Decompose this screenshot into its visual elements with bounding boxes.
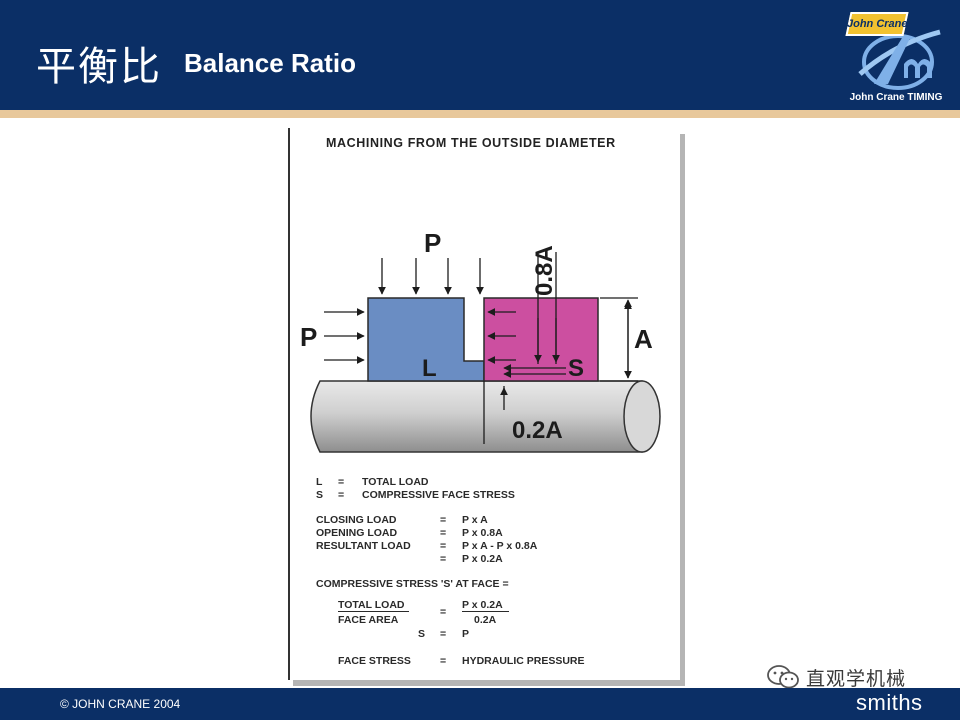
load-name: OPENING LOAD — [316, 527, 398, 539]
logo-caption: John Crane TIMING — [849, 92, 943, 103]
load-value: P x 0.2A — [462, 553, 503, 565]
fraction-left-denominator: FACE AREA — [338, 614, 399, 626]
final-eq: = — [440, 655, 447, 667]
watermark-text: 直观学机械 — [806, 667, 907, 690]
s-eq: = — [440, 628, 447, 640]
legend-eq: = — [338, 489, 345, 501]
legend-desc: TOTAL LOAD — [362, 476, 429, 488]
label-s: S — [568, 355, 584, 382]
wechat-icon — [767, 665, 799, 689]
smiths-logo: smiths — [856, 690, 923, 715]
load-value: P x A — [462, 514, 488, 526]
title-chinese: 平衡比 — [36, 44, 162, 90]
final-name: FACE STRESS — [338, 655, 411, 667]
dimension-a — [600, 297, 638, 382]
s-value: P — [462, 628, 470, 640]
pressure-arrows-top — [378, 258, 484, 295]
label-a: A — [634, 324, 653, 354]
fraction-right-denominator: 0.2A — [474, 614, 497, 626]
final-value: HYDRAULIC PRESSURE — [462, 655, 585, 667]
load-name: CLOSING LOAD — [316, 514, 397, 526]
logo-badge: John Crane — [845, 12, 909, 36]
copyright: © JOHN CRANE 2004 — [60, 697, 181, 711]
load-name: RESULTANT LOAD — [316, 540, 411, 552]
load-value: P x A - P x 0.8A — [462, 540, 538, 552]
footer-bar: © JOHN CRANE 2004 smiths — [0, 688, 960, 720]
load-eq: = — [440, 514, 447, 526]
shaft — [310, 380, 661, 453]
fraction-right-numerator: P x 0.2A — [462, 599, 509, 612]
label-p-left: P — [300, 322, 317, 352]
balance-ratio-diagram: MACHINING FROM THE OUTSIDE DIAMETER P P … — [288, 128, 680, 680]
load-eq: = — [440, 527, 447, 539]
fraction-eq: = — [440, 606, 447, 618]
load-value: P x 0.8A — [462, 527, 503, 539]
label-p-top: P — [424, 228, 441, 258]
fraction-left-numerator: TOTAL LOAD — [338, 599, 409, 612]
title-english: Balance Ratio — [184, 48, 356, 78]
header-bar: 平衡比 Balance Ratio John Crane John Crane … — [0, 0, 960, 110]
john-crane-logo: John Crane John Crane TIMING — [838, 6, 954, 106]
legend-sym: L — [316, 476, 323, 488]
s-symbol: S — [418, 628, 426, 640]
stress-heading: COMPRESSIVE STRESS 'S' AT FACE = — [316, 578, 509, 590]
load-eq: = — [440, 540, 447, 552]
legend-eq: = — [338, 476, 345, 488]
label-02a: 0.2A — [512, 417, 563, 444]
load-eq: = — [440, 553, 447, 565]
legend-desc: COMPRESSIVE FACE STRESS — [362, 489, 515, 501]
pressure-arrows-left — [324, 308, 365, 364]
header-stripe — [0, 110, 960, 118]
legend-sym: S — [316, 489, 324, 501]
seal-face-diagram: P P L S A 0.8A 0.2A — [300, 228, 661, 453]
watermark: 直观学机械 — [766, 663, 906, 691]
label-08a: 0.8A — [531, 245, 558, 296]
label-l: L — [422, 355, 437, 382]
